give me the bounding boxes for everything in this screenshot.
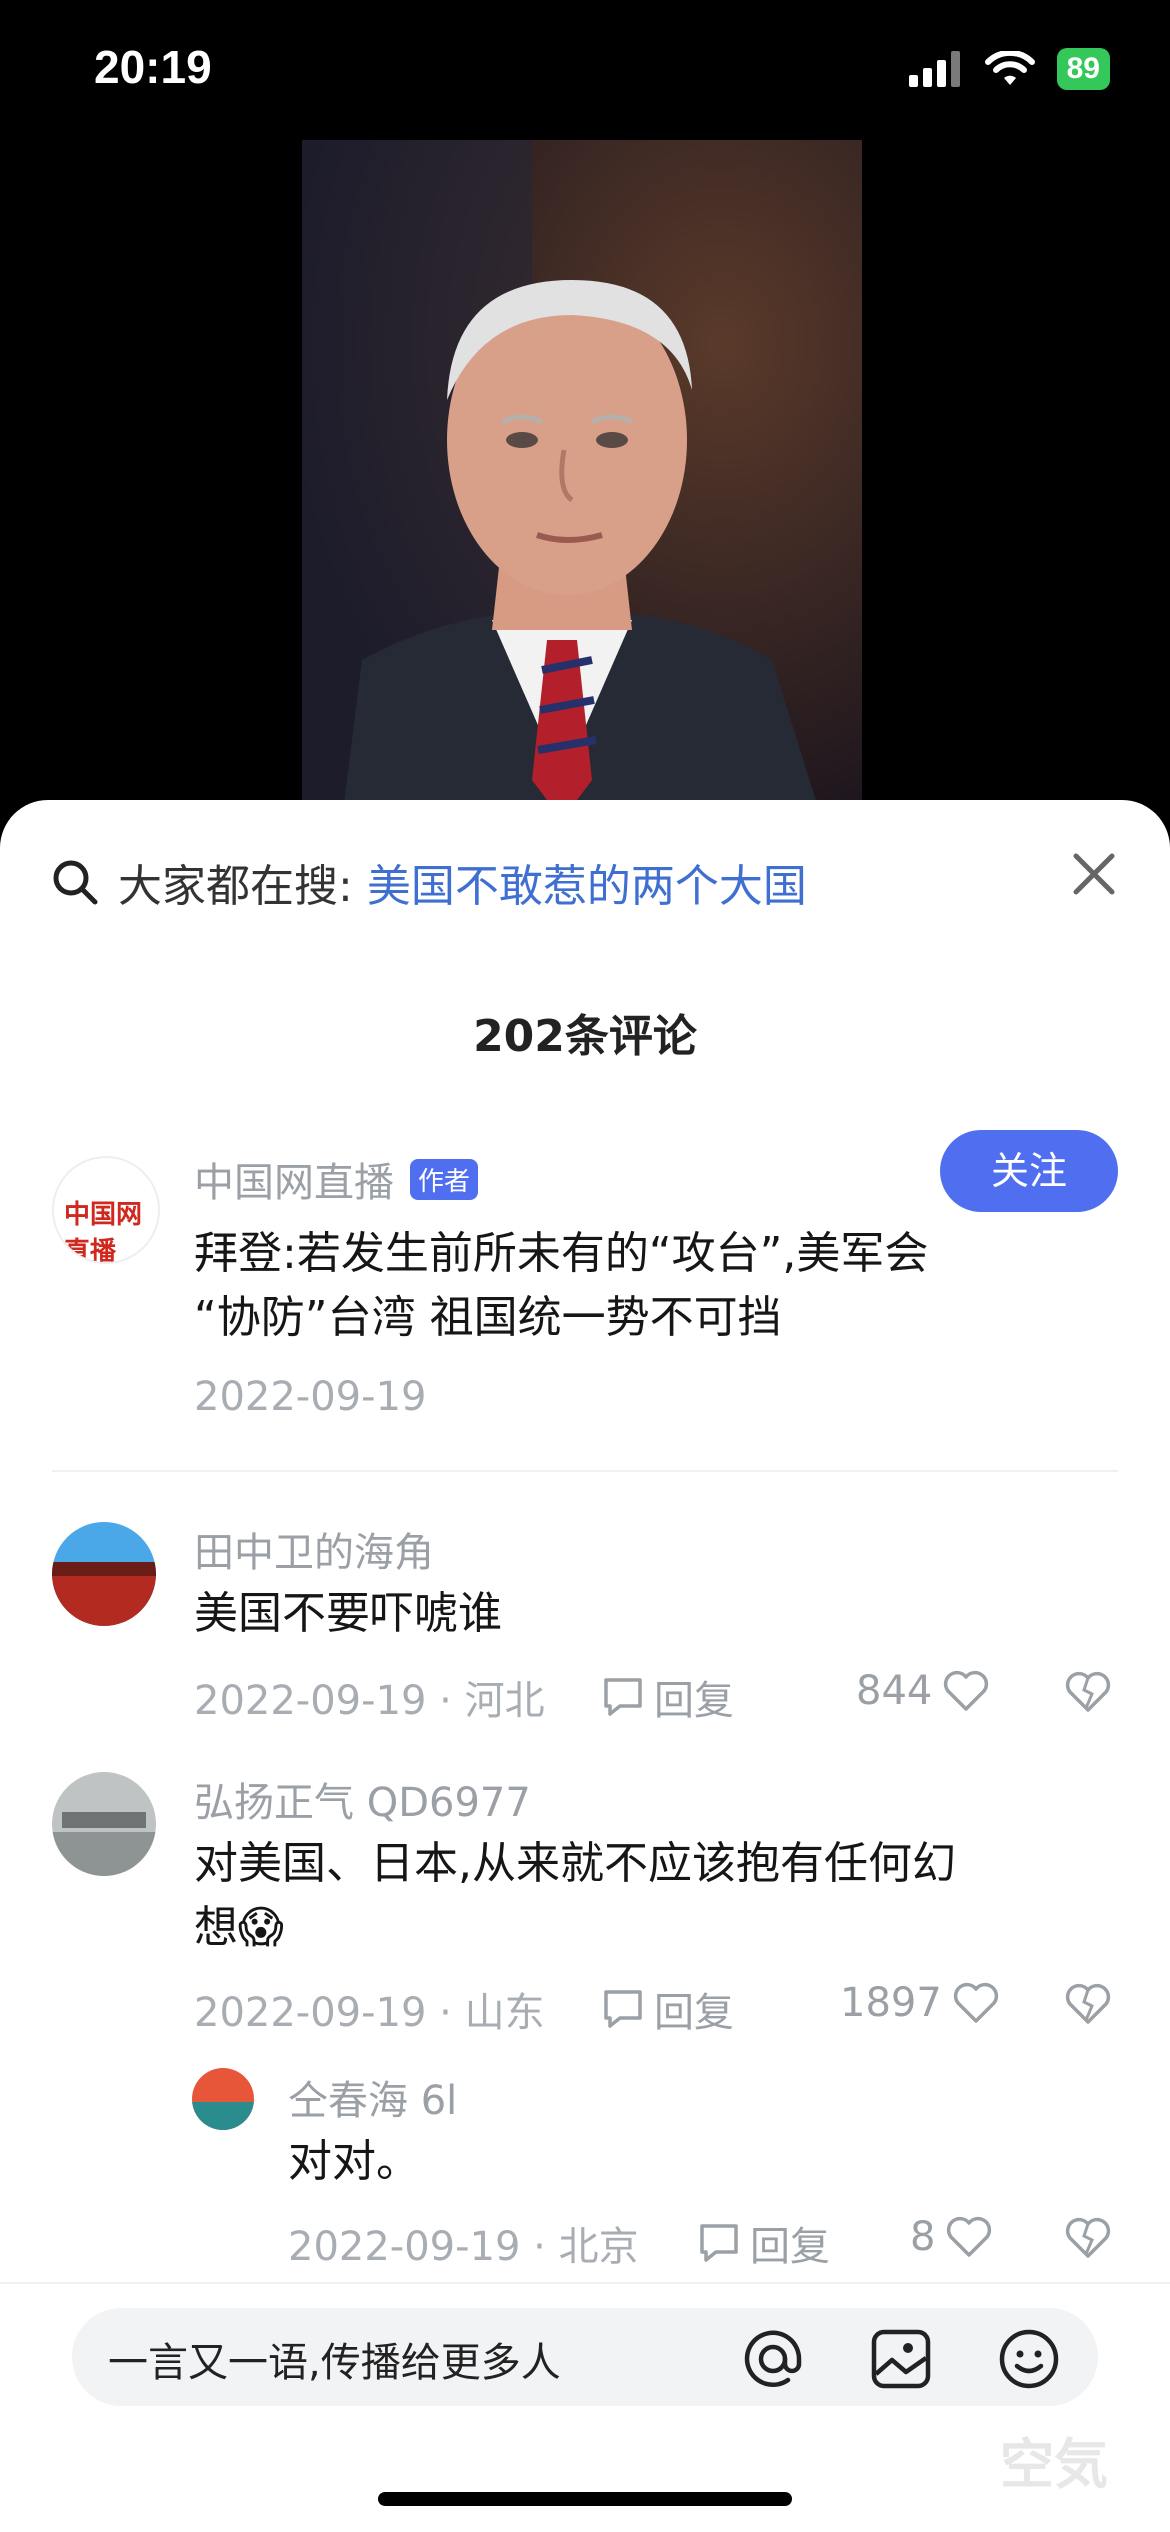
author-name[interactable]: 中国网直播 — [194, 1150, 394, 1208]
video-thumbnail[interactable] — [302, 140, 862, 820]
reply-label: 回复 — [654, 1678, 734, 1724]
reply-button[interactable]: 回复 — [600, 1668, 734, 1726]
reply-avatar[interactable] — [192, 2068, 254, 2130]
avatar-logo: 中国网 直播 — [64, 1200, 143, 1264]
search-hint-label: 大家都在搜: — [118, 861, 353, 912]
comment-avatar[interactable] — [52, 1772, 156, 1876]
reply-button[interactable]: 回复 — [696, 2214, 830, 2272]
comment-text: 对美国、日本,从来就不应该抱有任何幻 想😱 — [194, 1832, 1114, 1960]
dislike-heart-icon[interactable] — [1064, 1670, 1112, 1714]
battery-indicator: 89 — [1056, 48, 1110, 90]
comment-user[interactable]: 弘扬正气 QD6977 — [194, 1770, 531, 1828]
comment-icon — [604, 1678, 642, 1716]
reply-button[interactable]: 回复 — [600, 1980, 734, 2038]
comment-text: 美国不要吓唬谁 — [194, 1588, 502, 1639]
like-button[interactable]: 1897 — [840, 1980, 1000, 2026]
reply-label: 回复 — [750, 2224, 830, 2270]
at-icon[interactable] — [740, 2326, 806, 2392]
author-row: 中国网直播 作者 — [194, 1150, 479, 1208]
dislike-heart-icon[interactable] — [1064, 1982, 1112, 2026]
author-badge: 作者 — [410, 1158, 479, 1200]
like-count: 844 — [856, 1668, 933, 1714]
reply-label: 回复 — [654, 1990, 734, 2036]
post-text: 拜登:若发生前所未有的“攻台”,美军会 “协防”台湾 祖国统一势不可挡 — [194, 1222, 1114, 1350]
heart-icon — [953, 1982, 998, 2023]
heart-icon — [947, 2216, 992, 2257]
reply-user[interactable]: 仝春海 6l — [288, 2068, 457, 2126]
like-count: 1897 — [840, 1980, 942, 2026]
heart-icon — [944, 1670, 989, 1711]
signal-icon — [908, 51, 960, 87]
comment-meta: 2022-09-19 · 山东 — [194, 1990, 545, 2036]
bottom-divider — [0, 2282, 1170, 2284]
dislike-heart-icon[interactable] — [1064, 2216, 1112, 2260]
status-icons: 89 — [908, 48, 1110, 90]
like-button[interactable]: 8 — [910, 2214, 993, 2260]
search-suggestion[interactable]: 大家都在搜: 美国不敢惹的两个大国 — [50, 850, 807, 914]
image-icon[interactable] — [868, 2326, 934, 2392]
comment-input[interactable]: 一言又一语,传播给更多人 — [108, 2330, 561, 2388]
comments-count: 202条评论 — [473, 1011, 697, 1062]
reply-meta: 2022-09-19 · 北京 — [288, 2224, 639, 2270]
divider — [52, 1470, 1118, 1472]
comment-user[interactable]: 田中卫的海角 — [194, 1520, 434, 1578]
reply-text: 对对。 — [288, 2136, 420, 2187]
comment-icon — [604, 1990, 642, 2028]
wifi-icon — [984, 51, 1035, 85]
emoji-icon[interactable] — [996, 2326, 1062, 2392]
search-icon — [53, 860, 98, 905]
comment-icon — [700, 2224, 738, 2262]
comment-text-line1: 对美国、日本,从来就不应该抱有任何幻 — [194, 1838, 956, 1889]
author-avatar[interactable]: 中国网 直播 — [52, 1156, 160, 1264]
follow-button[interactable]: 关注 — [940, 1130, 1118, 1212]
comment-meta: 2022-09-19 · 河北 — [194, 1678, 545, 1724]
post-text-line2: “协防”台湾 祖国统一势不可挡 — [194, 1292, 782, 1343]
post-text-line1: 拜登:若发生前所未有的“攻台”,美军会 — [194, 1228, 929, 1279]
close-icon[interactable] — [1070, 850, 1118, 898]
comment-text-line2: 想😱 — [194, 1902, 284, 1953]
watermark: 空気 — [1000, 2433, 1108, 2496]
like-button[interactable]: 844 — [856, 1668, 990, 1714]
search-term-link[interactable]: 美国不敢惹的两个大国 — [367, 850, 807, 914]
comment-avatar[interactable] — [52, 1522, 156, 1626]
status-time: 20:19 — [94, 41, 212, 93]
home-indicator[interactable] — [378, 2492, 792, 2506]
like-count: 8 — [910, 2214, 936, 2260]
post-date: 2022-09-19 — [194, 1374, 427, 1420]
